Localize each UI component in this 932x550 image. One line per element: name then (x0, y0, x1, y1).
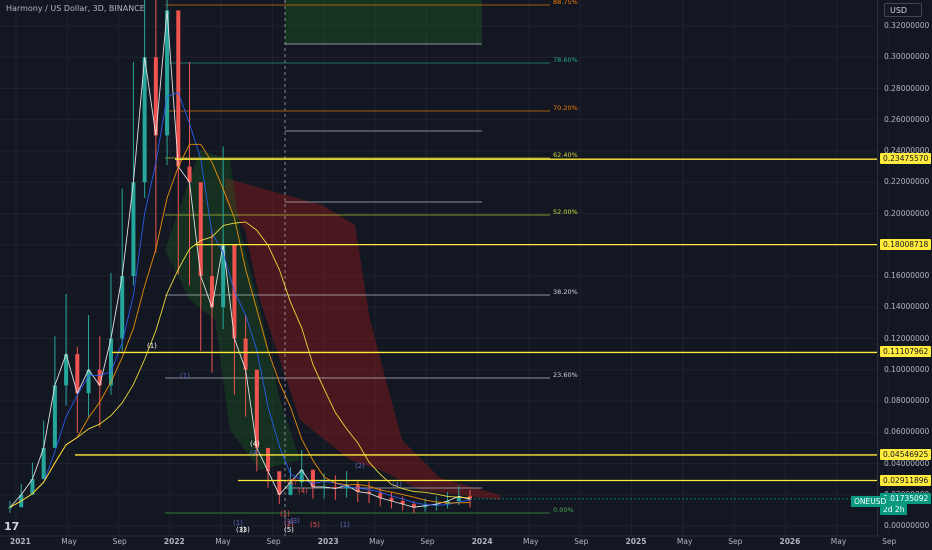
wave-label: (1) (147, 342, 157, 350)
price-axis-divider (877, 0, 878, 536)
x-tick-label: May (676, 537, 693, 546)
x-tick-label: May (523, 537, 539, 546)
candle-body (8, 507, 12, 509)
x-tick-label: Sep (266, 537, 281, 546)
fib-label: 70.20% (553, 104, 578, 112)
level-tag: 0.02911896 (880, 474, 932, 486)
y-tick-label: 0.12000000 (884, 333, 930, 343)
target-zone (285, 0, 482, 44)
x-tick-label: 2024 (471, 537, 493, 546)
level-tag: 0.11107962 (880, 346, 932, 358)
fib-label: 78.60% (553, 56, 578, 64)
y-tick-label: 0.32000000 (884, 21, 930, 30)
x-tick-label: 2025 (625, 537, 647, 546)
fib-label: 0.00% (553, 506, 574, 514)
x-tick-label: Sep (420, 537, 435, 546)
level-tag: 0.04546925 (880, 448, 932, 460)
x-tick-label: Sep (112, 537, 127, 546)
x-tick-label: Sep (728, 537, 743, 546)
wave-label: (4) (392, 481, 402, 489)
fib-label: 52.00% (553, 208, 578, 216)
price-chart[interactable] (0, 0, 932, 550)
x-tick-label: May (61, 537, 77, 546)
wave-label: (1) (180, 372, 190, 380)
wave-label: (1) (340, 521, 350, 529)
y-tick-label: 0.10000000 (884, 364, 930, 374)
x-tick-label: Sep (882, 537, 897, 546)
wave-label: (2) (355, 462, 365, 470)
wave-label: (2) (287, 478, 297, 486)
symbol-tag: ONEUSD (851, 496, 890, 507)
fib-label: 62.40% (553, 151, 578, 159)
wave-label: (1) (284, 518, 294, 526)
wave-label: (5) (310, 521, 320, 529)
wave-label: (5) (284, 526, 294, 534)
x-tick-label: 2026 (779, 537, 801, 546)
x-tick-label: 2023 (317, 537, 339, 546)
level-tag: 0.23475570 (880, 153, 932, 165)
y-tick-label: 0.00000000 (884, 521, 930, 530)
y-tick-label: 0.30000000 (884, 52, 930, 62)
y-tick-label: 0.22000000 (884, 177, 930, 187)
fib-label: 23.60% (553, 371, 578, 379)
level-tag: 0.18008718 (880, 238, 932, 250)
y-tick-label: 0.28000000 (884, 83, 930, 93)
y-tick-label: 0.26000000 (884, 114, 930, 124)
wave-label: (3) (236, 526, 246, 534)
y-tick-label: 0.16000000 (884, 271, 930, 280)
y-tick-label: 0.20000000 (884, 208, 930, 218)
x-tick-label: May (215, 537, 231, 546)
wave-label: (4) (250, 440, 260, 448)
x-tick-label: May (369, 537, 385, 546)
x-tick-label: 2021 (10, 537, 31, 546)
y-tick-label: 0.06000000 (884, 427, 930, 437)
x-tick-label: Sep (574, 537, 589, 546)
currency-selector[interactable]: USD (884, 3, 922, 17)
y-tick-label: 0.14000000 (884, 302, 930, 312)
fib-label: 38.20% (553, 288, 578, 296)
wave-label: (4) (250, 449, 260, 457)
x-tick-label: 2022 (163, 537, 185, 546)
y-tick-label: 0.08000000 (884, 396, 930, 405)
chart-title: Harmony / US Dollar, 3D, BINANCE (6, 4, 145, 13)
wave-label: (1) (280, 510, 290, 518)
fib-label: 88.75% (553, 0, 578, 6)
wave-label: (4) (298, 487, 308, 495)
x-tick-label: May (830, 537, 847, 546)
tradingview-logo[interactable]: 17 (4, 520, 19, 533)
